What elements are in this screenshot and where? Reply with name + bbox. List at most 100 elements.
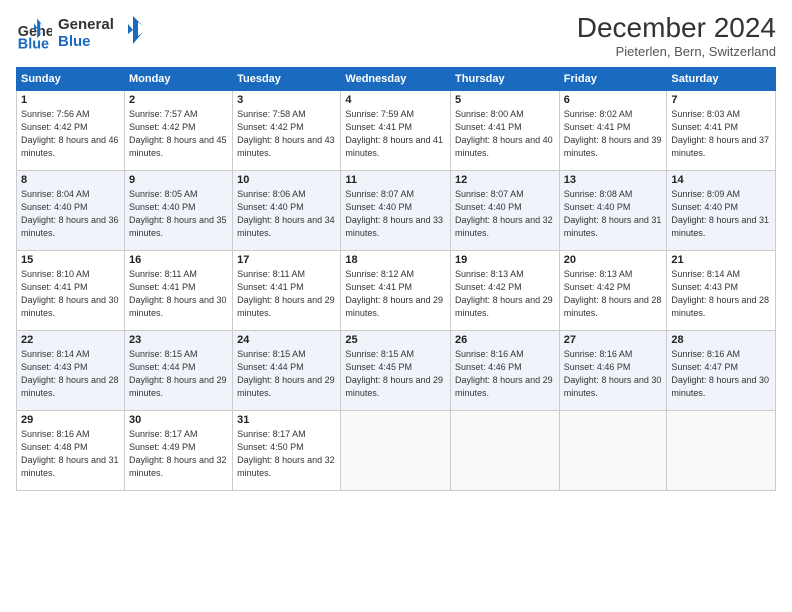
calendar-cell: 6 Sunrise: 8:02 AMSunset: 4:41 PMDayligh… (559, 91, 667, 171)
day-number: 30 (129, 414, 228, 426)
day-number: 26 (455, 334, 555, 346)
calendar-cell: 25 Sunrise: 8:15 AMSunset: 4:45 PMDaylig… (341, 331, 451, 411)
week-row-1: 1 Sunrise: 7:56 AMSunset: 4:42 PMDayligh… (17, 91, 776, 171)
calendar-cell: 2 Sunrise: 7:57 AMSunset: 4:42 PMDayligh… (124, 91, 232, 171)
col-sunday: Sunday (17, 68, 125, 91)
day-info: Sunrise: 8:16 AMSunset: 4:46 PMDaylight:… (564, 349, 662, 398)
day-info: Sunrise: 7:58 AMSunset: 4:42 PMDaylight:… (237, 109, 335, 158)
day-info: Sunrise: 8:15 AMSunset: 4:45 PMDaylight:… (345, 349, 443, 398)
calendar-cell: 15 Sunrise: 8:10 AMSunset: 4:41 PMDaylig… (17, 251, 125, 331)
day-info: Sunrise: 8:05 AMSunset: 4:40 PMDaylight:… (129, 189, 227, 238)
page: General Blue General Blue December 2024 … (0, 0, 792, 612)
calendar-cell: 8 Sunrise: 8:04 AMSunset: 4:40 PMDayligh… (17, 171, 125, 251)
day-number: 15 (21, 254, 120, 266)
calendar-header-row: Sunday Monday Tuesday Wednesday Thursday… (17, 68, 776, 91)
month-title: December 2024 (577, 12, 776, 44)
logo-svg: General Blue (58, 12, 148, 50)
day-info: Sunrise: 8:14 AMSunset: 4:43 PMDaylight:… (671, 269, 769, 318)
day-number: 29 (21, 414, 120, 426)
day-info: Sunrise: 8:09 AMSunset: 4:40 PMDaylight:… (671, 189, 769, 238)
day-number: 11 (345, 174, 446, 186)
day-number: 27 (564, 334, 663, 346)
calendar-cell: 5 Sunrise: 8:00 AMSunset: 4:41 PMDayligh… (451, 91, 560, 171)
day-info: Sunrise: 8:16 AMSunset: 4:46 PMDaylight:… (455, 349, 553, 398)
week-row-2: 8 Sunrise: 8:04 AMSunset: 4:40 PMDayligh… (17, 171, 776, 251)
day-info: Sunrise: 7:56 AMSunset: 4:42 PMDaylight:… (21, 109, 119, 158)
calendar-cell: 27 Sunrise: 8:16 AMSunset: 4:46 PMDaylig… (559, 331, 667, 411)
day-number: 18 (345, 254, 446, 266)
day-info: Sunrise: 8:06 AMSunset: 4:40 PMDaylight:… (237, 189, 335, 238)
day-number: 28 (671, 334, 771, 346)
day-info: Sunrise: 8:16 AMSunset: 4:47 PMDaylight:… (671, 349, 769, 398)
header: General Blue General Blue December 2024 … (16, 12, 776, 59)
day-info: Sunrise: 8:15 AMSunset: 4:44 PMDaylight:… (129, 349, 227, 398)
calendar-table: Sunday Monday Tuesday Wednesday Thursday… (16, 67, 776, 491)
day-info: Sunrise: 8:08 AMSunset: 4:40 PMDaylight:… (564, 189, 662, 238)
day-info: Sunrise: 8:13 AMSunset: 4:42 PMDaylight:… (564, 269, 662, 318)
day-info: Sunrise: 8:10 AMSunset: 4:41 PMDaylight:… (21, 269, 119, 318)
day-info: Sunrise: 8:16 AMSunset: 4:48 PMDaylight:… (21, 429, 119, 478)
day-number: 6 (564, 94, 663, 106)
col-tuesday: Tuesday (233, 68, 341, 91)
calendar-cell: 24 Sunrise: 8:15 AMSunset: 4:44 PMDaylig… (233, 331, 341, 411)
day-info: Sunrise: 8:12 AMSunset: 4:41 PMDaylight:… (345, 269, 443, 318)
day-info: Sunrise: 8:14 AMSunset: 4:43 PMDaylight:… (21, 349, 119, 398)
day-number: 12 (455, 174, 555, 186)
day-number: 1 (21, 94, 120, 106)
calendar-cell: 13 Sunrise: 8:08 AMSunset: 4:40 PMDaylig… (559, 171, 667, 251)
location: Pieterlen, Bern, Switzerland (577, 44, 776, 59)
calendar-cell: 9 Sunrise: 8:05 AMSunset: 4:40 PMDayligh… (124, 171, 232, 251)
calendar-cell (559, 411, 667, 491)
day-number: 13 (564, 174, 663, 186)
svg-text:Blue: Blue (18, 36, 49, 52)
week-row-5: 29 Sunrise: 8:16 AMSunset: 4:48 PMDaylig… (17, 411, 776, 491)
day-info: Sunrise: 8:15 AMSunset: 4:44 PMDaylight:… (237, 349, 335, 398)
col-monday: Monday (124, 68, 232, 91)
calendar-cell: 22 Sunrise: 8:14 AMSunset: 4:43 PMDaylig… (17, 331, 125, 411)
day-number: 14 (671, 174, 771, 186)
day-number: 5 (455, 94, 555, 106)
day-info: Sunrise: 8:17 AMSunset: 4:50 PMDaylight:… (237, 429, 335, 478)
col-friday: Friday (559, 68, 667, 91)
day-info: Sunrise: 8:07 AMSunset: 4:40 PMDaylight:… (455, 189, 553, 238)
svg-text:Blue: Blue (58, 33, 91, 50)
calendar-cell: 28 Sunrise: 8:16 AMSunset: 4:47 PMDaylig… (667, 331, 776, 411)
calendar-cell: 1 Sunrise: 7:56 AMSunset: 4:42 PMDayligh… (17, 91, 125, 171)
calendar-cell: 23 Sunrise: 8:15 AMSunset: 4:44 PMDaylig… (124, 331, 232, 411)
calendar-cell: 7 Sunrise: 8:03 AMSunset: 4:41 PMDayligh… (667, 91, 776, 171)
calendar-cell (451, 411, 560, 491)
day-number: 3 (237, 94, 336, 106)
day-number: 17 (237, 254, 336, 266)
day-number: 21 (671, 254, 771, 266)
logo-icon: General Blue (16, 16, 52, 52)
calendar-cell: 21 Sunrise: 8:14 AMSunset: 4:43 PMDaylig… (667, 251, 776, 331)
svg-text:General: General (58, 16, 114, 33)
title-block: December 2024 Pieterlen, Bern, Switzerla… (577, 12, 776, 59)
day-info: Sunrise: 7:59 AMSunset: 4:41 PMDaylight:… (345, 109, 443, 158)
calendar-cell: 30 Sunrise: 8:17 AMSunset: 4:49 PMDaylig… (124, 411, 232, 491)
calendar-cell: 16 Sunrise: 8:11 AMSunset: 4:41 PMDaylig… (124, 251, 232, 331)
week-row-4: 22 Sunrise: 8:14 AMSunset: 4:43 PMDaylig… (17, 331, 776, 411)
day-number: 31 (237, 414, 336, 426)
col-thursday: Thursday (451, 68, 560, 91)
day-number: 10 (237, 174, 336, 186)
day-number: 16 (129, 254, 228, 266)
day-info: Sunrise: 8:17 AMSunset: 4:49 PMDaylight:… (129, 429, 227, 478)
day-info: Sunrise: 7:57 AMSunset: 4:42 PMDaylight:… (129, 109, 227, 158)
calendar-cell: 29 Sunrise: 8:16 AMSunset: 4:48 PMDaylig… (17, 411, 125, 491)
day-info: Sunrise: 8:11 AMSunset: 4:41 PMDaylight:… (237, 269, 335, 318)
logo: General Blue General Blue (16, 12, 148, 55)
calendar-cell: 4 Sunrise: 7:59 AMSunset: 4:41 PMDayligh… (341, 91, 451, 171)
day-number: 24 (237, 334, 336, 346)
day-info: Sunrise: 8:03 AMSunset: 4:41 PMDaylight:… (671, 109, 769, 158)
day-number: 4 (345, 94, 446, 106)
day-info: Sunrise: 8:02 AMSunset: 4:41 PMDaylight:… (564, 109, 662, 158)
day-number: 9 (129, 174, 228, 186)
calendar-cell (341, 411, 451, 491)
day-info: Sunrise: 8:11 AMSunset: 4:41 PMDaylight:… (129, 269, 227, 318)
calendar-cell: 17 Sunrise: 8:11 AMSunset: 4:41 PMDaylig… (233, 251, 341, 331)
day-number: 19 (455, 254, 555, 266)
calendar-cell: 18 Sunrise: 8:12 AMSunset: 4:41 PMDaylig… (341, 251, 451, 331)
calendar-cell: 19 Sunrise: 8:13 AMSunset: 4:42 PMDaylig… (451, 251, 560, 331)
calendar-cell: 14 Sunrise: 8:09 AMSunset: 4:40 PMDaylig… (667, 171, 776, 251)
